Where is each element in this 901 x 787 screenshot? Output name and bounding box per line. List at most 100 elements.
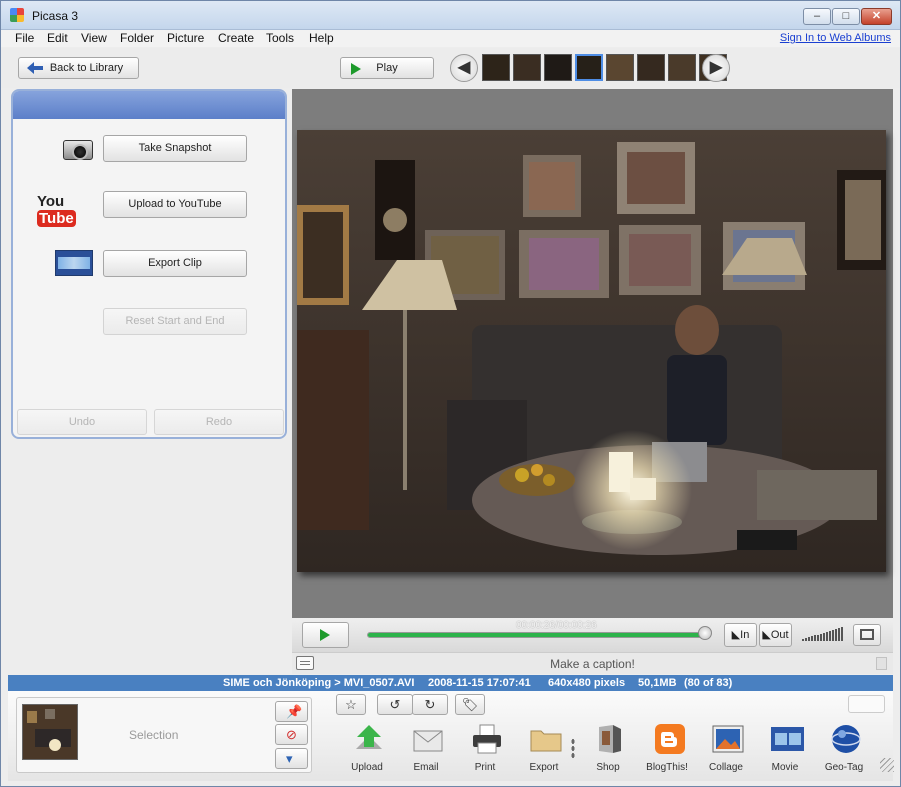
clear-icon: ⊘ xyxy=(286,727,297,742)
volume-level-bar xyxy=(832,630,834,641)
video-frame[interactable] xyxy=(297,130,886,572)
fullscreen-button[interactable] xyxy=(853,624,881,646)
clear-selection-button[interactable]: ⊘ xyxy=(275,724,308,745)
menu-edit[interactable]: Edit xyxy=(47,31,68,45)
export-label: Export xyxy=(529,762,559,773)
blogthis-button[interactable]: BlogThis! xyxy=(642,723,692,775)
caption-bar: Make a caption! xyxy=(292,652,893,674)
youtube-logo-you: You xyxy=(37,193,65,210)
add-to-album-button[interactable]: ▾ xyxy=(275,748,308,769)
menu-folder[interactable]: Folder xyxy=(120,31,154,45)
resize-grip[interactable] xyxy=(880,758,894,772)
filmstrip-thumbnail[interactable] xyxy=(575,54,603,81)
video-controls-bar: 00:00:26/00:00:26 ◣In ◣Out xyxy=(292,618,893,652)
status-path: SIME och Jönköping > MVI_0507.AVI xyxy=(223,677,415,689)
in-label: In xyxy=(740,629,750,641)
upload-button[interactable]: Upload xyxy=(342,723,392,775)
volume-level-bar xyxy=(826,631,828,641)
close-button[interactable]: ✕ xyxy=(861,8,892,25)
volume-level-bar xyxy=(835,629,837,641)
selection-thumbnail-image xyxy=(23,705,77,759)
minimize-button[interactable]: – xyxy=(803,8,831,25)
volume-level-bar xyxy=(823,632,825,641)
menu-file[interactable]: File xyxy=(15,31,34,45)
selection-thumbnail[interactable] xyxy=(22,704,78,760)
video-play-button[interactable] xyxy=(302,622,349,648)
film-strip-icon xyxy=(55,250,93,276)
shop-button[interactable]: Shop xyxy=(583,723,633,775)
slideshow-play-button[interactable]: Play xyxy=(340,57,434,79)
geotag-button[interactable]: Geo-Tag xyxy=(819,723,869,775)
back-arrow-icon xyxy=(27,62,43,74)
email-icon xyxy=(413,730,443,752)
filmstrip-thumbnail[interactable] xyxy=(637,54,665,81)
filmstrip-thumbnail[interactable] xyxy=(544,54,572,81)
window-title: Picasa 3 xyxy=(32,9,79,23)
filmstrip-thumbnail[interactable] xyxy=(668,54,696,81)
bottom-action-area: Selection 📌 ⊘ ▾ ☆ ↺ ↻ 🏷 Upload Email Pri… xyxy=(8,691,894,781)
movie-label: Movie xyxy=(771,762,799,773)
fullscreen-icon xyxy=(860,629,874,640)
volume-slider[interactable] xyxy=(802,624,844,644)
filmstrip-thumbnail[interactable] xyxy=(513,54,541,81)
rotate-right-icon: ↻ xyxy=(424,697,436,712)
filmstrip-thumbnail[interactable] xyxy=(606,54,634,81)
scrubber-handle[interactable] xyxy=(698,626,712,640)
reset-start-end-button[interactable]: Reset Start and End xyxy=(103,308,247,335)
video-still-image xyxy=(297,130,886,572)
caption-input[interactable]: Make a caption! xyxy=(292,657,893,671)
geotag-icon xyxy=(831,725,861,753)
video-scrubber[interactable] xyxy=(367,632,707,638)
export-button[interactable]: Export xyxy=(519,723,569,775)
status-count: (80 of 83) xyxy=(684,677,733,689)
movie-icon xyxy=(771,727,804,751)
collage-icon xyxy=(712,725,744,753)
back-to-library-button[interactable]: Back to Library xyxy=(18,57,139,79)
next-item-button[interactable]: ▶ xyxy=(702,54,730,82)
movie-button[interactable]: Movie xyxy=(760,723,810,775)
collage-button[interactable]: Collage xyxy=(701,723,751,775)
trash-icon[interactable] xyxy=(876,657,887,670)
set-in-point-button[interactable]: ◣In xyxy=(724,623,757,647)
redo-button[interactable]: Redo xyxy=(154,409,284,435)
star-button[interactable]: ☆ xyxy=(336,694,366,715)
menu-create[interactable]: Create xyxy=(218,31,254,45)
print-icon xyxy=(473,724,501,754)
previous-item-button[interactable]: ◀ xyxy=(450,54,478,82)
label-icon: 🏷 xyxy=(461,697,479,712)
hold-selection-button[interactable]: 📌 xyxy=(275,701,308,722)
sign-in-link[interactable]: Sign In to Web Albums xyxy=(780,32,891,44)
back-to-library-label: Back to Library xyxy=(49,62,124,74)
volume-level-bar xyxy=(841,627,843,641)
take-snapshot-button[interactable]: Take Snapshot xyxy=(103,135,247,162)
rotate-right-button[interactable]: ↻ xyxy=(412,694,448,715)
menu-help[interactable]: Help xyxy=(309,31,334,45)
maximize-button[interactable]: □ xyxy=(832,8,860,25)
menu-tools[interactable]: Tools xyxy=(266,31,294,45)
volume-level-bar xyxy=(814,635,816,641)
rotate-left-button[interactable]: ↺ xyxy=(377,694,413,715)
rotate-left-icon: ↺ xyxy=(389,697,401,712)
print-label: Print xyxy=(474,762,496,773)
toolbar: Back to Library Play ◀ ▶ xyxy=(0,48,901,88)
label-button[interactable]: 🏷 xyxy=(455,694,485,715)
export-clip-button[interactable]: Export Clip xyxy=(103,250,247,277)
menu-bar: File Edit View Folder Picture Create Too… xyxy=(0,30,901,47)
camera-icon xyxy=(63,140,93,160)
album-dropdown-icon: ▾ xyxy=(286,751,293,766)
set-out-point-button[interactable]: ◣Out xyxy=(759,623,792,647)
selection-tray: Selection 📌 ⊘ ▾ xyxy=(16,697,312,773)
volume-level-bar xyxy=(802,639,804,641)
filmstrip-thumbnail[interactable] xyxy=(482,54,510,81)
upload-youtube-button[interactable]: Upload to YouTube xyxy=(103,191,247,218)
video-play-icon xyxy=(320,629,330,641)
menu-view[interactable]: View xyxy=(81,31,107,45)
email-button[interactable]: Email xyxy=(401,723,451,775)
shop-icon xyxy=(599,725,621,753)
volume-level-bar xyxy=(820,633,822,641)
print-button[interactable]: Print xyxy=(460,723,510,775)
menu-picture[interactable]: Picture xyxy=(167,31,204,45)
google-gift-button[interactable] xyxy=(848,695,885,713)
undo-button[interactable]: Undo xyxy=(17,409,147,435)
selection-label: Selection xyxy=(129,728,179,742)
